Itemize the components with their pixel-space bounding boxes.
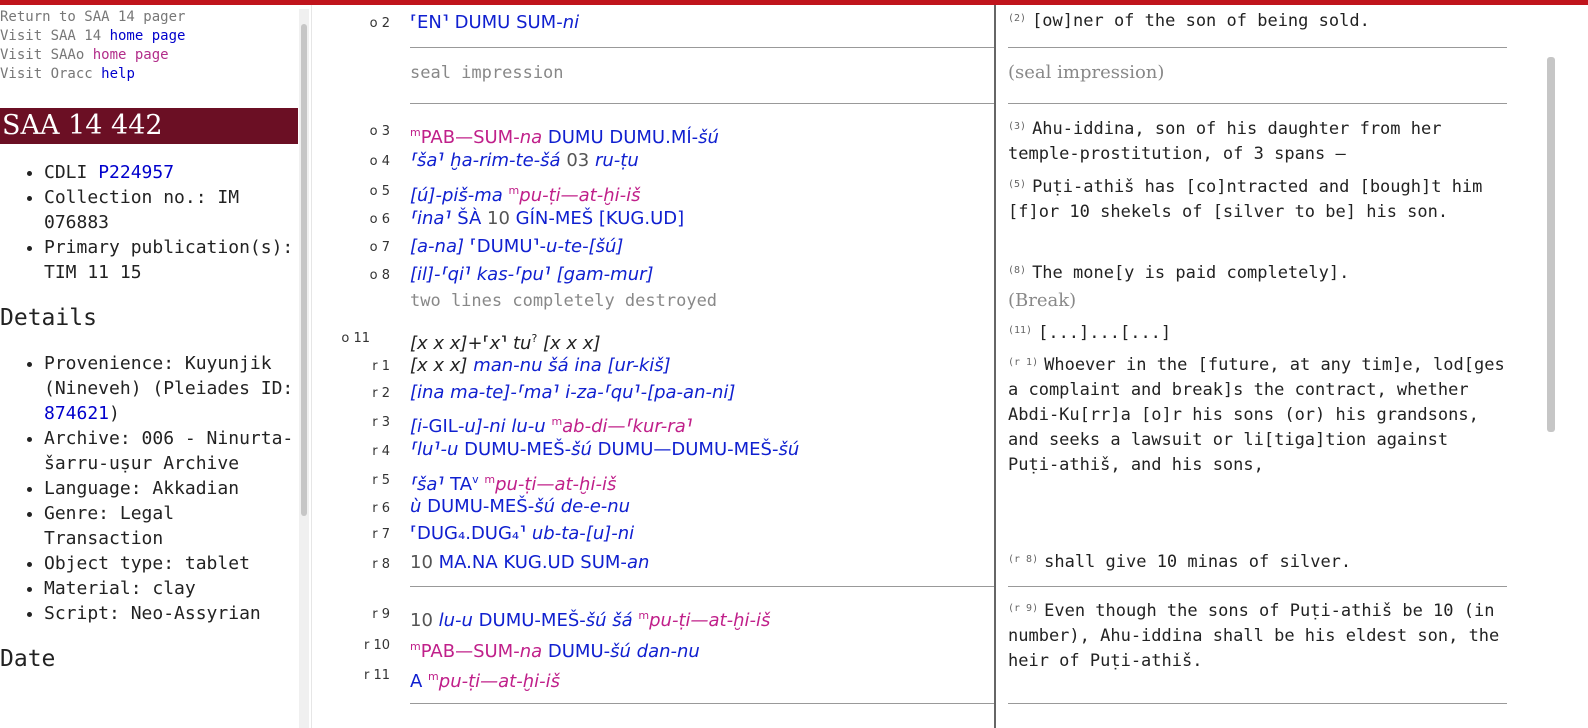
line-label: o 7 bbox=[369, 240, 390, 255]
object-type-item: Object type: tablet bbox=[44, 551, 298, 576]
translit-line-r3: [i-GIL-u]-ni lu-u mab-di—⸢kur-ra⸣ bbox=[410, 415, 693, 437]
line-label: r 1 bbox=[372, 359, 390, 374]
translit-line-r4: ⸢lu⸣-u DUMU-MEŠ-šú DUMU—DUMU-MEŠ-šú bbox=[410, 439, 800, 460]
divider bbox=[1008, 703, 1507, 704]
line-label: o 6 bbox=[369, 212, 390, 227]
sidebar: Return to SAA 14 pager Visit SAA 14 home… bbox=[0, 5, 298, 728]
script-item: Script: Neo-Assyrian bbox=[44, 601, 298, 626]
divider bbox=[1008, 47, 1507, 48]
column-divider bbox=[994, 5, 996, 728]
translit-line-o2: ⸢EN⸣ DUMU SUM-ni bbox=[410, 12, 580, 33]
line-label: r 2 bbox=[372, 386, 390, 401]
translit-line-r11: A mpu-ṭi—at-ḫi-iš bbox=[410, 670, 561, 692]
page-title: SAA 14 442 bbox=[0, 108, 298, 144]
divider bbox=[410, 103, 994, 104]
translit-line-r1: [x x x] man-nu šá ina [ur-kiš] bbox=[410, 355, 671, 376]
line-label: r 10 bbox=[363, 638, 390, 653]
translit-line-r8: 10 MA.NA KUG.UD SUM-an bbox=[410, 552, 650, 573]
translation-break: (Break) bbox=[1008, 290, 1077, 311]
divider bbox=[410, 47, 994, 48]
line-label: r 8 bbox=[372, 557, 390, 572]
translit-line-o7: [a-na] ⸢DUMU⸣-u-te-[šú] bbox=[410, 236, 624, 257]
translation-r1: (r 1) Whoever in the [future, at any tim]… bbox=[1008, 355, 1505, 475]
translit-line-o5: [ú]-piš-ma mpu-ṭi—at-ḫi-iš bbox=[410, 184, 641, 206]
divider bbox=[1008, 586, 1507, 587]
translation-l5: (5) Puṭi-athiš has [co]ntracted and [boug… bbox=[1008, 177, 1483, 222]
details-heading: Details bbox=[0, 305, 97, 331]
archive-item: Archive: 006 - Ninurta-šarru-uṣur Archiv… bbox=[44, 426, 298, 476]
translit-line-o4: ⸢ša⸣ ḫa-rim-te-šá 03 ru-ṭu bbox=[410, 150, 639, 171]
line-label: r 5 bbox=[372, 473, 390, 488]
line-label: r 3 bbox=[372, 415, 390, 430]
translit-line-r2: [ina ma-te]-⸢ma⸣ i-za-⸢qu⸣-[pa-an-ni] bbox=[410, 382, 736, 403]
line-label: o 2 bbox=[369, 16, 390, 31]
translit-line-r6: ù DUMU-MEŠ-šú de-e-nu bbox=[410, 496, 631, 517]
divider bbox=[410, 703, 994, 704]
translation-l8: (8) The mone[y is paid completely]. bbox=[1008, 263, 1350, 283]
translation-seal: (seal impression) bbox=[1008, 62, 1165, 83]
line-label: o 11 bbox=[341, 331, 370, 346]
material-item: Material: clay bbox=[44, 576, 298, 601]
translit-line-o6: ⸢ina⸣ ŠÀ 10 GÍN-MEŠ [KUG.UD] bbox=[410, 208, 685, 229]
translation-r9: (r 9) Even though the sons of Puṭi-athiš … bbox=[1008, 601, 1500, 671]
collection-item: Collection no.: IM 076883 bbox=[44, 185, 298, 235]
translit-line-o11: [x x x]+⸢x⸣ tu? [x x x] bbox=[410, 332, 601, 354]
translation-l3: (3) Ahu-iddina, son of his daughter from … bbox=[1008, 119, 1442, 164]
line-label: o 4 bbox=[369, 154, 390, 169]
line-label: o 8 bbox=[369, 268, 390, 283]
translit-line-o3: mPAB—SUM-na DUMU DUMU.MÍ-šú bbox=[410, 126, 719, 148]
translation-l11: (11) [...]...[...] bbox=[1008, 323, 1172, 343]
return-to-pager-link[interactable]: Return to SAA 14 pager bbox=[0, 8, 298, 27]
date-heading: Date bbox=[0, 646, 56, 672]
translit-destroyed: two lines completely destroyed bbox=[410, 291, 718, 311]
line-label: r 6 bbox=[372, 501, 390, 516]
translation-scrollbar[interactable] bbox=[1546, 5, 1556, 728]
oracc-help-link[interactable]: help bbox=[101, 66, 135, 82]
provenience-item: Provenience: Kuyunjik (Nineveh) (Pleiade… bbox=[44, 351, 298, 426]
line-label: r 9 bbox=[372, 607, 390, 622]
divider bbox=[410, 586, 994, 587]
translation-scrollbar-thumb[interactable] bbox=[1547, 57, 1555, 432]
visit-saa14-row: Visit SAA 14 home page bbox=[0, 28, 186, 44]
line-label: r 11 bbox=[363, 668, 390, 683]
line-label: r 7 bbox=[372, 527, 390, 542]
translit-seal: seal impression bbox=[410, 63, 564, 83]
pleiades-link[interactable]: 874621 bbox=[44, 403, 109, 424]
visit-oracc-row: Visit Oracc help bbox=[0, 66, 135, 82]
translit-line-r5: ⸢ša⸣ TAv mpu-ṭi—at-ḫi-iš bbox=[410, 473, 617, 495]
translit-line-r9: 10 lu-u DUMU-MEŠ-šú šá mpu-ṭi—at-ḫi-iš bbox=[410, 609, 771, 631]
line-label: o 5 bbox=[369, 184, 390, 199]
sidebar-scrollbar[interactable] bbox=[299, 9, 309, 728]
translit-line-r7: ⸢DUG₄.DUG₄⸣ ub-ta-[u]-ni bbox=[410, 523, 635, 544]
nav-links: Return to SAA 14 pager Visit SAA 14 home… bbox=[0, 8, 298, 84]
translit-line-r10: mPAB—SUM-na DUMU-šú dan-nu bbox=[410, 640, 700, 662]
translation-l2: (2) [ow]ner of the son of being sold. bbox=[1008, 11, 1370, 31]
translation-r8: (r 8) shall give 10 minas of silver. bbox=[1008, 552, 1352, 572]
sidebar-scrollbar-thumb[interactable] bbox=[301, 24, 307, 516]
saao-home-link[interactable]: home page bbox=[93, 47, 169, 63]
catalog-list: CDLI P224957 Collection no.: IM 076883 P… bbox=[0, 160, 298, 285]
genre-item: Genre: Legal Transaction bbox=[44, 501, 298, 551]
language-item: Language: Akkadian bbox=[44, 476, 298, 501]
cdli-item: CDLI P224957 bbox=[44, 160, 298, 185]
visit-saao-row: Visit SAAo home page bbox=[0, 47, 169, 63]
cdli-link[interactable]: P224957 bbox=[98, 162, 174, 183]
divider bbox=[1008, 103, 1507, 104]
line-label: r 4 bbox=[372, 444, 390, 459]
primary-publication-item: Primary publication(s): TIM 11 15 bbox=[44, 235, 298, 285]
line-label: o 3 bbox=[369, 124, 390, 139]
saa14-home-link[interactable]: home page bbox=[110, 28, 186, 44]
details-list: Provenience: Kuyunjik (Nineveh) (Pleiade… bbox=[0, 351, 298, 626]
translit-line-o8: [il]-⸢qi⸣ kas-⸢pu⸣ [gam-mur] bbox=[410, 264, 654, 285]
